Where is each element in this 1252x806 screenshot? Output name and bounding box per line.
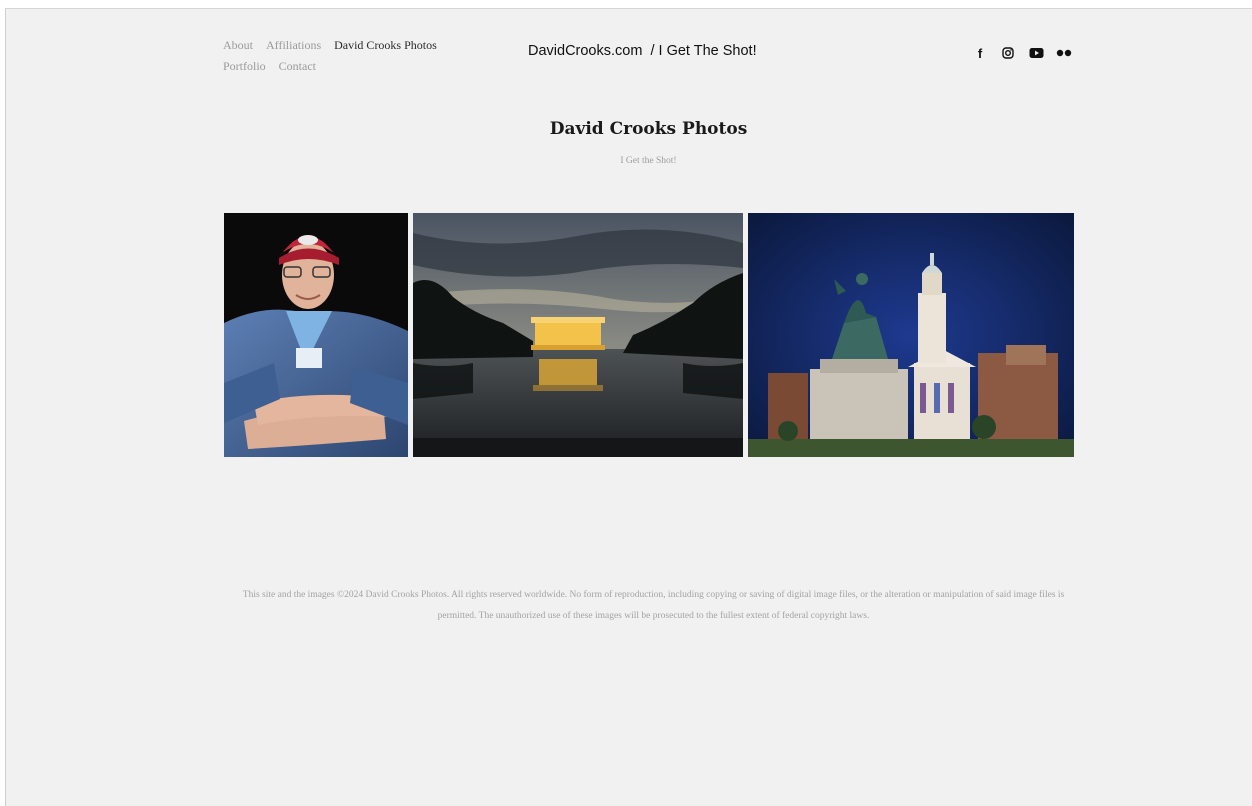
nav-david-crooks-photos[interactable]: David Crooks Photos xyxy=(334,38,437,52)
gallery-photo-statue[interactable] xyxy=(748,213,1074,457)
page-subtitle: I Get the Shot! xyxy=(620,156,677,166)
facebook-icon[interactable]: f xyxy=(972,45,988,61)
nav-portfolio[interactable]: Portfolio xyxy=(223,59,266,73)
main-nav: About Affiliations David Crooks Photos Port… xyxy=(223,35,473,77)
gallery-photo-portrait[interactable] xyxy=(224,213,408,457)
page: About Affiliations David Crooks Photos Port… xyxy=(5,8,1252,806)
nav-about[interactable]: About xyxy=(223,38,253,52)
footer-copyright: This site and the images ©2024 David Cro… xyxy=(242,590,1065,621)
gallery-photo-memorial[interactable] xyxy=(413,213,743,457)
flickr-icon[interactable] xyxy=(1056,45,1072,61)
nav-contact[interactable]: Contact xyxy=(279,59,316,73)
instagram-icon[interactable] xyxy=(1000,45,1016,61)
site-title[interactable]: DavidCrooks.com / I Get The Shot! xyxy=(528,43,757,59)
social-links: f xyxy=(972,45,1084,61)
youtube-icon[interactable] xyxy=(1028,45,1044,61)
nav-affiliations[interactable]: Affiliations xyxy=(266,38,321,52)
page-title: David Crooks Photos xyxy=(549,119,748,139)
